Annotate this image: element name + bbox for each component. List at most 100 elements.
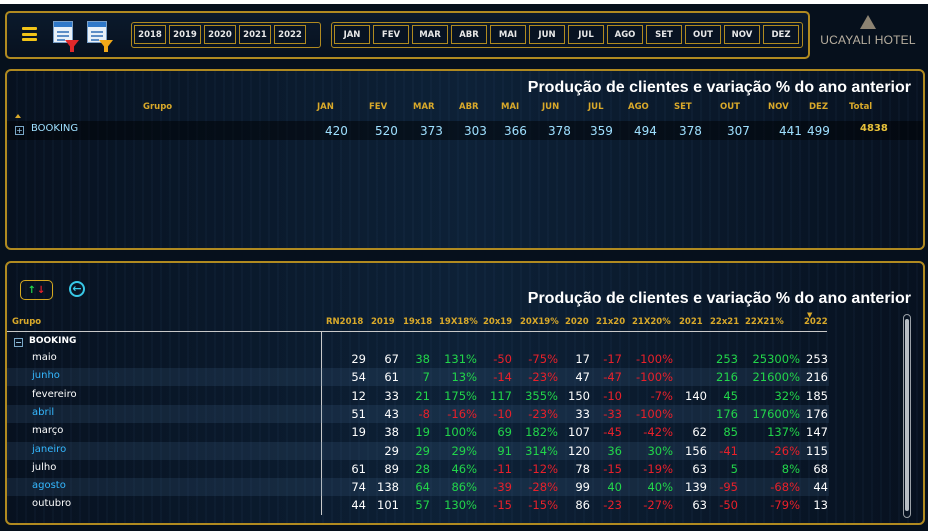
- scroll-thumb[interactable]: [905, 319, 909, 511]
- column-header-22x21[interactable]: 22x21: [710, 317, 739, 327]
- column-header-set[interactable]: SET: [674, 102, 692, 112]
- table-row[interactable]: junho 54 61 7 13% -14 -23% 47 -47 -100% 216 21600% 2…: [7, 368, 829, 387]
- table-row[interactable]: outubro 44 101 57 130% -15 -15% 86 -23 -27% 63 -50 -…: [7, 496, 829, 514]
- table-row[interactable]: janeiro 29 29 29% 91 314% 120 36 30% 156 -41 -26% 11…: [7, 441, 829, 460]
- column-header-out[interactable]: OUT: [720, 102, 740, 112]
- cell-rn2018: 29: [351, 352, 366, 366]
- column-header-abr[interactable]: ABR: [459, 102, 479, 112]
- cell-y2022: 176: [806, 406, 828, 421]
- month-button-out[interactable]: OUT: [685, 25, 721, 44]
- month-button-ago[interactable]: AGO: [607, 25, 643, 44]
- row-group-label[interactable]: BOOKING: [31, 123, 78, 134]
- table-row[interactable]: julho 61 89 28 46% -11 -12% 78 -15 -19% 63 5 8% 68: [7, 460, 829, 478]
- month-button-dez[interactable]: DEZ: [763, 25, 799, 44]
- group-row[interactable]: − BOOKING: [7, 334, 321, 349]
- column-header-20x19[interactable]: 20x19: [483, 317, 512, 327]
- column-header-group[interactable]: Grupo: [12, 317, 41, 327]
- arrow-up-icon: ↑: [27, 284, 36, 296]
- month-button-nov[interactable]: NOV: [724, 25, 760, 44]
- cell-c22x21p: -68%: [770, 480, 800, 495]
- month-button-mar[interactable]: MAR: [412, 25, 448, 44]
- cell-c20x19: -11: [493, 461, 512, 476]
- cell-y2019: 29: [384, 443, 399, 458]
- cell-mai: 366: [504, 124, 527, 138]
- cell-y2021: 156: [685, 443, 707, 458]
- sort-desc-icon[interactable]: ▼: [807, 311, 812, 319]
- column-header-20x19-pct[interactable]: 20X19%: [520, 317, 559, 327]
- cell-rn2018: 44: [351, 498, 366, 513]
- collapse-icon[interactable]: −: [14, 338, 23, 347]
- month-button-jan[interactable]: JAN: [334, 25, 370, 44]
- cell-c19x18p: -16%: [447, 406, 477, 421]
- table-row[interactable]: maio 29 67 38 131% -50 -75% 17 -17 -100% 253 25300%…: [7, 350, 829, 368]
- column-header-nov[interactable]: NOV: [768, 102, 789, 112]
- column-header-total[interactable]: Total: [849, 102, 872, 112]
- column-header-ago[interactable]: AGO: [628, 102, 649, 112]
- year-filter-group: 2018 2019 2020 2021 2022: [131, 22, 321, 48]
- column-header-19x18[interactable]: 19x18: [403, 317, 432, 327]
- month-button-jul[interactable]: JUL: [568, 25, 604, 44]
- cell-c19x18: 38: [415, 352, 430, 366]
- month-button-set[interactable]: SET: [646, 25, 682, 44]
- column-header-22x21-pct[interactable]: 22X21%: [745, 317, 784, 327]
- table-row[interactable]: fevereiro 12 33 21 175% 117 355% 150 -10 -7% 140 45…: [7, 387, 829, 405]
- column-header-2019[interactable]: 2019: [371, 317, 395, 327]
- column-header-21x20-pct[interactable]: 21X20%: [632, 317, 671, 327]
- table-row[interactable]: agosto 74 138 64 86% -39 -28% 99 40 40% 139 -95 -68%…: [7, 478, 829, 497]
- month-button-mai[interactable]: MAI: [490, 25, 526, 44]
- cell-c19x18: 64: [415, 480, 430, 495]
- cell-c20x19p: -75%: [528, 352, 558, 366]
- menu-icon[interactable]: [22, 27, 37, 41]
- sort-icon[interactable]: [15, 114, 21, 118]
- year-button-2018[interactable]: 2018: [134, 25, 166, 44]
- column-header-group[interactable]: Grupo: [143, 102, 172, 112]
- year-button-2020[interactable]: 2020: [204, 25, 236, 44]
- row-label: fevereiro: [32, 388, 77, 400]
- vertical-scrollbar[interactable]: [903, 314, 911, 518]
- column-header-fev[interactable]: FEV: [369, 102, 387, 112]
- cell-c19x18p: 46%: [451, 461, 477, 476]
- cell-y2020: 33: [575, 406, 590, 421]
- cell-c22x21p: -26%: [770, 443, 800, 458]
- column-header-jun[interactable]: JUN: [542, 102, 559, 112]
- column-header-19x18-pct[interactable]: 19X18%: [439, 317, 478, 327]
- year-button-2022[interactable]: 2022: [274, 25, 306, 44]
- back-icon[interactable]: ←: [69, 281, 85, 297]
- panel-title: Produção de clientes e variação % do ano…: [527, 290, 911, 307]
- cell-y2021: 140: [685, 388, 707, 403]
- cell-c21x20: -47: [603, 370, 622, 385]
- month-button-fev[interactable]: FEV: [373, 25, 409, 44]
- row-label: outubro: [32, 498, 72, 510]
- column-header-2021[interactable]: 2021: [679, 317, 703, 327]
- sort-toggle-button[interactable]: ↑ ↓: [20, 280, 53, 300]
- column-header-jul[interactable]: JUL: [588, 102, 603, 112]
- expand-icon[interactable]: +: [15, 126, 24, 135]
- table-row[interactable]: + BOOKING 420 520 373 303 366 378 359 49…: [7, 121, 923, 140]
- column-header-mar[interactable]: MAR: [413, 102, 435, 112]
- table-row[interactable]: março 19 38 19 100% 69 182% 107 -45 -42% 62 85 137% 1…: [7, 423, 829, 441]
- cell-y2020: 99: [575, 480, 590, 495]
- cell-y2022: 185: [806, 388, 828, 403]
- column-header-dez[interactable]: DEZ: [809, 102, 828, 112]
- column-header-rn2018[interactable]: RN2018: [326, 317, 363, 327]
- cell-mar: 373: [420, 124, 443, 138]
- cell-abr: 303: [464, 124, 487, 138]
- month-filter-group: JAN FEV MAR ABR MAI JUN JUL AGO SET OUT …: [331, 22, 803, 48]
- column-header-21x20[interactable]: 21x20: [596, 317, 625, 327]
- filter-apply-icon[interactable]: [87, 21, 113, 52]
- month-button-jun[interactable]: JUN: [529, 25, 565, 44]
- cell-c21x20: -33: [603, 406, 622, 421]
- filter-clear-icon[interactable]: [53, 21, 79, 52]
- year-button-2021[interactable]: 2021: [239, 25, 271, 44]
- table-row[interactable]: abril 51 43 -8 -16% -10 -23% 33 -33 -100% 176 17600…: [7, 404, 829, 423]
- cell-c19x18p: 13%: [451, 370, 477, 385]
- column-header-2020[interactable]: 2020: [565, 317, 589, 327]
- year-button-2019[interactable]: 2019: [169, 25, 201, 44]
- column-header-jan[interactable]: JAN: [317, 102, 334, 112]
- cell-rn2018: 61: [351, 461, 366, 476]
- month-button-abr[interactable]: ABR: [451, 25, 487, 44]
- column-header-mai[interactable]: MAI: [501, 102, 519, 112]
- table-header: Grupo RN2018 2019 19x18 19X18% 20x19 20X…: [7, 311, 923, 331]
- cell-jun: 378: [548, 124, 571, 138]
- cell-c21x20: 36: [607, 443, 622, 458]
